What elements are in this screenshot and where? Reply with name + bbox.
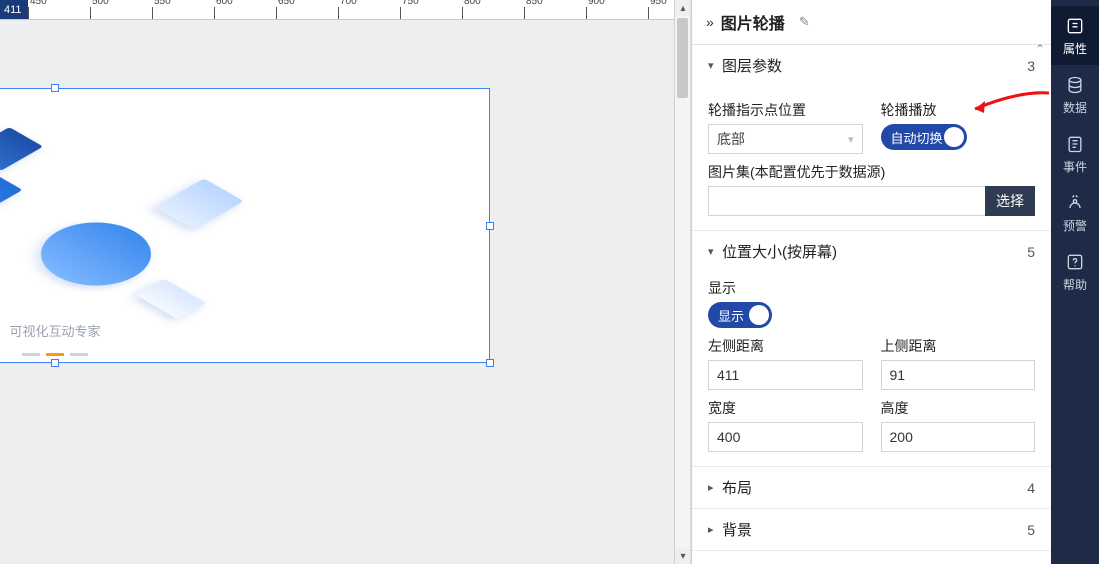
- selected-carousel-element[interactable]: 多屏互动 数据联通 酷炫的多屏互动，简单将多系统多业务数据聚合并同屏展示，让数据…: [0, 88, 490, 363]
- canvas-vertical-scrollbar[interactable]: ▴ ▾: [674, 0, 690, 564]
- sidebar-item-label: 数据: [1063, 99, 1087, 116]
- resize-handle-s[interactable]: [51, 359, 59, 367]
- section-header-layout[interactable]: ▸ 布局 4: [692, 467, 1051, 508]
- ruler-tick: 600: [214, 7, 215, 19]
- banner-footer-caption: 可视化互动专家: [9, 321, 100, 340]
- width-label: 宽度: [708, 398, 863, 418]
- ruler-tick: 950: [648, 7, 649, 19]
- display-toggle[interactable]: 显示: [708, 302, 772, 328]
- sidebar-item-label: 属性: [1063, 40, 1087, 57]
- toggle-knob: [944, 127, 964, 147]
- toggle-knob: [749, 305, 769, 325]
- ruler-tick: 750: [400, 7, 401, 19]
- ruler-origin-badge: 411: [0, 0, 28, 20]
- sidebar-item-label: 事件: [1063, 158, 1087, 175]
- events-icon: [1065, 134, 1085, 154]
- height-input[interactable]: [881, 422, 1036, 452]
- ruler-horizontal: 411 450 500 550 600 650 700 750 800 850 900 950: [0, 0, 690, 20]
- data-icon: [1065, 75, 1085, 95]
- toggle-text: 显示: [718, 306, 744, 325]
- ruler-tick: 550: [152, 7, 153, 19]
- section-header-layer-params[interactable]: ▾ 图层参数 3: [692, 45, 1051, 86]
- help-icon: [1065, 252, 1085, 272]
- properties-icon: [1065, 16, 1085, 36]
- chevron-down-icon: ▾: [848, 133, 854, 146]
- section-count: 3: [1027, 58, 1035, 74]
- resize-handle-se[interactable]: [486, 359, 494, 367]
- choose-images-button[interactable]: 选择: [985, 186, 1035, 216]
- height-label: 高度: [881, 398, 1036, 418]
- sidebar-item-help[interactable]: 帮助: [1051, 242, 1099, 301]
- sidebar-item-properties[interactable]: 属性: [1051, 6, 1099, 65]
- section-title: 背景: [722, 519, 1027, 540]
- section-layout: ▸ 布局 4: [692, 467, 1051, 509]
- property-panel: » 图片轮播 ✎ ▾ 图层参数 3 轮播指示点位置 底部: [691, 0, 1051, 564]
- section-header-position[interactable]: ▾ 位置大小(按屏幕) 5: [692, 231, 1051, 272]
- sidebar-item-alert[interactable]: 预警: [1051, 183, 1099, 242]
- scroll-thumb[interactable]: [677, 18, 688, 98]
- sidebar-item-label: 帮助: [1063, 276, 1087, 293]
- collapse-all-icon[interactable]: ⌃: [1035, 42, 1045, 56]
- section-title: 布局: [722, 477, 1027, 498]
- width-input[interactable]: [708, 422, 863, 452]
- ruler-tick: 450: [28, 7, 29, 19]
- sidebar-item-data[interactable]: 数据: [1051, 65, 1099, 124]
- panel-title: 图片轮播: [721, 10, 785, 34]
- indicator-position-select[interactable]: 底部 ▾: [708, 124, 863, 154]
- section-layer-params: ▾ 图层参数 3 轮播指示点位置 底部 ▾: [692, 45, 1051, 231]
- ruler-tick: 650: [276, 7, 277, 19]
- ruler-tick: 800: [462, 7, 463, 19]
- alert-icon: [1065, 193, 1085, 213]
- sidebar-item-label: 预警: [1063, 217, 1087, 234]
- left-distance-label: 左侧距离: [708, 336, 863, 356]
- banner-illustration: [0, 109, 469, 342]
- chevron-down-icon: ▾: [708, 59, 722, 72]
- section-count: 5: [1027, 244, 1035, 260]
- display-label: 显示: [708, 278, 1035, 298]
- edit-title-icon[interactable]: ✎: [799, 14, 810, 30]
- section-count: 4: [1027, 480, 1035, 496]
- section-count: 5: [1027, 522, 1035, 538]
- autoplay-label: 轮播播放: [881, 100, 1036, 120]
- section-title: 图层参数: [722, 55, 1027, 76]
- indicator-position-label: 轮播指示点位置: [708, 100, 863, 120]
- resize-handle-n[interactable]: [51, 84, 59, 92]
- imageset-input[interactable]: [708, 186, 985, 216]
- design-canvas[interactable]: 411 450 500 550 600 650 700 750 800 850 900 950 ▴ …: [0, 0, 691, 564]
- sidebar-item-events[interactable]: 事件: [1051, 124, 1099, 183]
- chevron-right-icon: ▸: [708, 481, 722, 494]
- collapse-panel-icon[interactable]: »: [706, 14, 711, 30]
- ruler-tick: 700: [338, 7, 339, 19]
- imageset-label: 图片集(本配置优先于数据源): [708, 162, 1035, 182]
- toggle-text: 自动切换: [891, 128, 943, 147]
- select-value: 底部: [717, 129, 745, 149]
- ruler-tick: 500: [90, 7, 91, 19]
- section-position: ▾ 位置大小(按屏幕) 5 显示 显示 左侧距离: [692, 231, 1051, 467]
- left-distance-input[interactable]: [708, 360, 863, 390]
- right-icon-sidebar: 属性 数据 事件 预警 帮助: [1051, 0, 1099, 564]
- scroll-down-icon[interactable]: ▾: [675, 548, 691, 564]
- chevron-down-icon: ▾: [708, 245, 722, 258]
- section-header-background[interactable]: ▸ 背景 5: [692, 509, 1051, 550]
- scroll-up-icon[interactable]: ▴: [675, 0, 691, 16]
- carousel-indicator[interactable]: [22, 353, 88, 356]
- top-distance-input[interactable]: [881, 360, 1036, 390]
- autoplay-toggle[interactable]: 自动切换: [881, 124, 967, 150]
- ruler-tick: 850: [524, 7, 525, 19]
- section-title: 位置大小(按屏幕): [722, 241, 1027, 262]
- resize-handle-e[interactable]: [486, 222, 494, 230]
- section-background: ▸ 背景 5: [692, 509, 1051, 551]
- ruler-tick: 900: [586, 7, 587, 19]
- chevron-right-icon: ▸: [708, 523, 722, 536]
- top-distance-label: 上侧距离: [881, 336, 1036, 356]
